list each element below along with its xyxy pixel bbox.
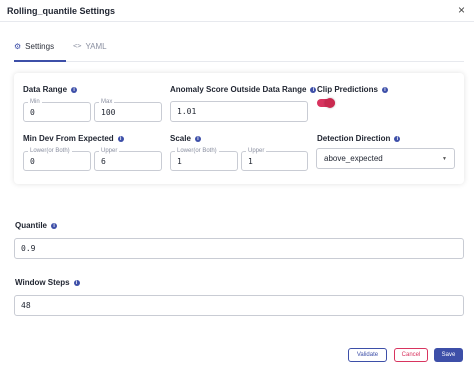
cancel-button[interactable]: Cancel xyxy=(394,348,428,362)
dialog-header: Rolling_quantile Settings × xyxy=(0,0,474,22)
clip-predictions-label-text: Clip Predictions xyxy=(317,85,378,94)
scale-lower-field[interactable]: Lower(or Both) 1 xyxy=(170,147,238,171)
gear-icon: ⚙ xyxy=(14,42,22,51)
clip-predictions-toggle[interactable] xyxy=(317,98,335,108)
tab-yaml[interactable]: <> YAML xyxy=(73,42,107,62)
min-dev-label: Min Dev From Expected i xyxy=(23,134,124,143)
min-dev-upper-value: 6 xyxy=(101,156,106,166)
tab-bar: ⚙ Settings <> YAML xyxy=(14,42,464,62)
detection-direction-value: above_expected xyxy=(324,154,383,163)
scale-upper-field[interactable]: Upper 1 xyxy=(241,147,308,171)
data-range-max-field[interactable]: Max 100 xyxy=(94,98,162,122)
info-icon[interactable]: i xyxy=(381,86,388,93)
detection-direction-select[interactable]: above_expected ▼ xyxy=(316,148,455,169)
anomaly-score-value: 1.01 xyxy=(177,107,197,116)
data-range-min-value: 0 xyxy=(30,107,35,117)
toggle-knob xyxy=(325,98,335,108)
clip-predictions-label: Clip Predictions i xyxy=(317,85,388,94)
window-steps-field[interactable]: 48 xyxy=(14,295,464,316)
min-dev-lower-field[interactable]: Lower(or Both) 0 xyxy=(23,147,91,171)
anomaly-score-label-text: Anomaly Score Outside Data Range xyxy=(170,85,307,94)
scale-lower-value: 1 xyxy=(177,156,182,166)
window-steps-label: Window Steps i xyxy=(15,278,80,287)
info-icon[interactable]: i xyxy=(117,135,124,142)
save-button[interactable]: Save xyxy=(434,348,463,362)
anomaly-score-field[interactable]: 1.01 xyxy=(170,101,308,122)
validate-button[interactable]: Validate xyxy=(348,348,387,362)
data-range-label: Data Range i xyxy=(23,85,78,94)
data-range-max-value: 100 xyxy=(101,107,116,117)
close-icon[interactable]: × xyxy=(458,4,465,16)
info-icon[interactable]: i xyxy=(310,86,317,93)
detection-direction-label: Detection Direction i xyxy=(317,134,401,143)
min-dev-label-text: Min Dev From Expected xyxy=(23,134,114,143)
window-steps-value: 48 xyxy=(21,301,31,310)
quantile-value: 0.9 xyxy=(21,244,36,253)
dialog-title: Rolling_quantile Settings xyxy=(7,6,116,16)
info-icon[interactable]: i xyxy=(394,135,401,142)
info-icon[interactable]: i xyxy=(51,222,58,229)
data-range-min-field[interactable]: Min 0 xyxy=(23,98,91,122)
min-dev-upper-field[interactable]: Upper 6 xyxy=(94,147,162,171)
chevron-down-icon: ▼ xyxy=(442,156,447,162)
tab-settings-label: Settings xyxy=(25,42,55,51)
scale-upper-value: 1 xyxy=(248,156,253,166)
scale-label-text: Scale xyxy=(170,134,191,143)
tab-settings[interactable]: ⚙ Settings xyxy=(14,42,66,62)
scale-label: Scale i xyxy=(170,134,201,143)
tab-yaml-label: YAML xyxy=(85,42,107,51)
info-icon[interactable]: i xyxy=(194,135,201,142)
detection-direction-label-text: Detection Direction xyxy=(317,134,391,143)
data-range-label-text: Data Range xyxy=(23,85,68,94)
window-steps-label-text: Window Steps xyxy=(15,278,70,287)
quantile-label: Quantile i xyxy=(15,221,58,230)
min-dev-lower-value: 0 xyxy=(30,156,35,166)
anomaly-score-label: Anomaly Score Outside Data Range i xyxy=(170,85,317,94)
code-icon: <> xyxy=(73,42,82,50)
info-icon[interactable]: i xyxy=(73,279,80,286)
info-icon[interactable]: i xyxy=(71,86,78,93)
quantile-label-text: Quantile xyxy=(15,221,48,230)
quantile-field[interactable]: 0.9 xyxy=(14,238,464,259)
